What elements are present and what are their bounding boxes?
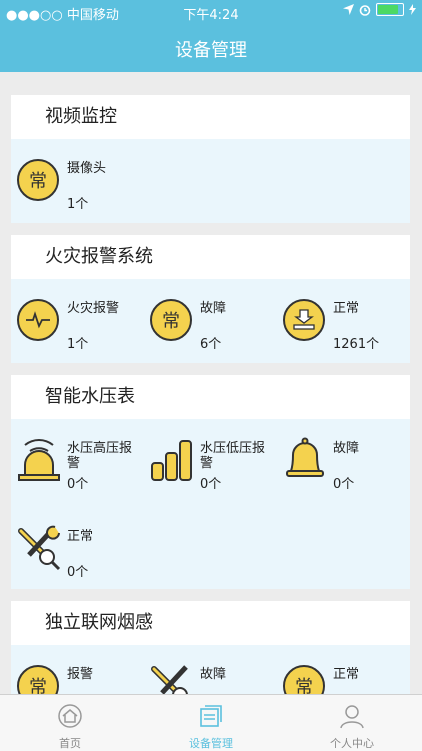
device-count: 0个: [67, 565, 89, 580]
device-item-water-fault[interactable]: 故障 0个: [277, 425, 407, 495]
device-item-camera[interactable]: 常 摄像头 1个: [11, 145, 141, 215]
tab-label: 个人中心: [330, 737, 374, 750]
device-label: 正常: [333, 301, 360, 316]
alarm-icon: [359, 4, 371, 16]
download-tray-icon: [283, 299, 325, 341]
device-management-icon: [200, 705, 222, 727]
device-count: 6个: [200, 337, 222, 352]
charging-icon: [409, 4, 416, 15]
location-icon: [343, 4, 354, 15]
device-count: 0个: [67, 477, 89, 492]
status-icons: [343, 3, 416, 16]
section-fire-alarm[interactable]: 火灾报警系统 火灾报警 1个 常 故障 6个 正常 1261个: [11, 235, 410, 363]
device-item-normal[interactable]: 正常 1261个: [277, 285, 407, 355]
device-item-smoke-alarm[interactable]: 常 报警: [11, 651, 141, 694]
section-title: 火灾报警系统: [11, 235, 410, 279]
status-normal-icon: 常: [17, 665, 59, 694]
device-label: 水压高压报警: [67, 441, 133, 471]
section-water-pressure[interactable]: 智能水压表 水压高压报警 0个 水压低压报警 0个 故障 0个 正常 0个: [11, 375, 410, 589]
user-icon: [340, 705, 364, 729]
device-label: 摄像头: [67, 161, 107, 176]
pulse-icon: [17, 299, 59, 341]
section-smoke-detector[interactable]: 独立联网烟感 常 报警 故障 常 正常: [11, 601, 410, 694]
section-video-monitoring[interactable]: 视频监控 常 摄像头 1个: [11, 95, 410, 223]
status-normal-icon: 常: [17, 159, 59, 201]
section-title: 独立联网烟感: [11, 601, 410, 645]
header: ●●●○○ 中国移动 下午4:24 设备管理: [0, 0, 422, 72]
device-label: 正常: [333, 667, 360, 682]
bars-icon: [151, 440, 192, 481]
device-label: 正常: [67, 529, 94, 544]
tools-icon: [151, 665, 188, 694]
device-item-low-pressure[interactable]: 水压低压报警 0个: [144, 425, 274, 495]
device-count: 0个: [200, 477, 222, 492]
tab-personal-center[interactable]: 个人中心: [282, 695, 422, 751]
device-item-fire-alarm[interactable]: 火灾报警 1个: [11, 285, 141, 355]
section-title: 智能水压表: [11, 375, 410, 419]
device-item-water-normal[interactable]: 正常 0个: [11, 513, 141, 583]
section-title: 视频监控: [11, 95, 410, 139]
device-label: 火灾报警: [67, 301, 120, 316]
home-icon: [58, 704, 82, 728]
bell-icon: [286, 437, 324, 477]
device-item-high-pressure[interactable]: 水压高压报警 0个: [11, 425, 141, 495]
device-count: 0个: [333, 477, 355, 492]
device-label: 故障: [200, 667, 227, 682]
device-list[interactable]: 视频监控 常 摄像头 1个 火灾报警系统 火灾报警 1个 常 故障 6个 正常 …: [0, 72, 422, 694]
battery-icon: [376, 3, 404, 16]
device-label: 水压低压报警: [200, 441, 266, 471]
device-label: 报警: [67, 667, 94, 682]
device-label: 故障: [333, 441, 360, 456]
tools-icon: [18, 525, 61, 571]
status-normal-icon: 常: [150, 299, 192, 341]
status-normal-icon: 常: [283, 665, 325, 694]
tab-device-management[interactable]: 设备管理: [141, 695, 281, 751]
status-bar: ●●●○○ 中国移动 下午4:24: [0, 0, 422, 24]
tab-label: 设备管理: [189, 737, 233, 750]
tab-home[interactable]: 首页: [0, 695, 140, 751]
device-count: 1个: [67, 337, 89, 352]
page-title: 设备管理: [175, 40, 247, 61]
siren-icon: [18, 438, 60, 481]
device-item-fault[interactable]: 常 故障 6个: [144, 285, 274, 355]
tab-label: 首页: [59, 737, 81, 750]
device-label: 故障: [200, 301, 227, 316]
device-item-smoke-fault[interactable]: 故障: [144, 651, 274, 694]
device-count: 1261个: [333, 337, 380, 352]
tab-bar: 首页 设备管理 个人中心: [0, 694, 422, 751]
device-count: 1个: [67, 197, 89, 212]
device-item-smoke-normal[interactable]: 常 正常: [277, 651, 407, 694]
